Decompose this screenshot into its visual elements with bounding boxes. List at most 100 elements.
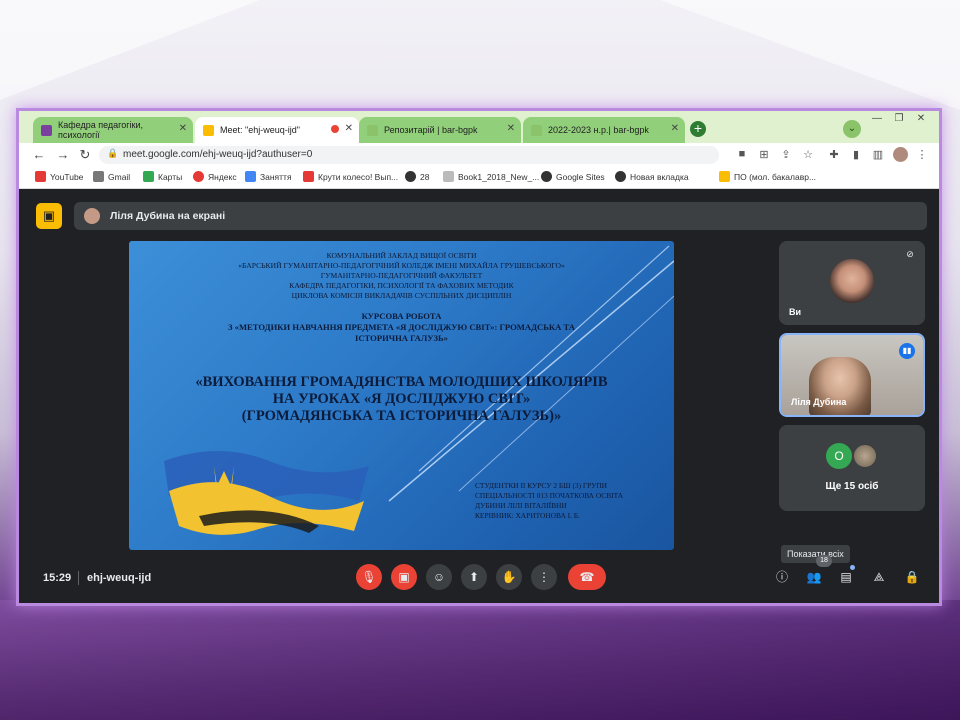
slide-work-line: З «МЕТОДИКИ НАВЧАННЯ ПРЕДМЕТА «Я ДОСЛІДЖ…: [227, 322, 576, 332]
tab-repozytarii[interactable]: Репозитарій | bar-bgpk ✕: [359, 117, 521, 143]
restore-icon[interactable]: ❐: [891, 113, 907, 124]
bookmark-yandex[interactable]: Яндекс: [193, 171, 237, 182]
avatar: [852, 443, 878, 469]
close-tab-icon[interactable]: ✕: [507, 123, 515, 134]
globe-icon: [615, 171, 626, 182]
slide-footer-line: СТУДЕНТКИ II КУРСУ 2 БШ (3) ГРУПИ: [475, 481, 608, 490]
tab-label: 2022-2023 н.р.| bar-bgpk: [548, 125, 649, 135]
bookmark-star-icon[interactable]: ☆: [801, 148, 815, 161]
present-screen-button[interactable]: ⬆: [461, 564, 487, 590]
avatar: [830, 259, 874, 303]
share-icon[interactable]: ⇪: [779, 148, 793, 161]
participant-tile-others[interactable]: О Ще 15 осіб: [779, 425, 925, 511]
forward-arrow-icon[interactable]: →: [55, 147, 71, 163]
yandex-icon: [193, 171, 204, 182]
divider: [78, 571, 79, 585]
shared-slide: КОМУНАЛЬНИЙ ЗАКЛАД ВИЩОЇ ОСВІТИ «БАРСЬКИ…: [129, 241, 674, 550]
raise-hand-button[interactable]: ✋: [496, 564, 522, 590]
back-arrow-icon[interactable]: ←: [31, 147, 47, 163]
meet-area: ▣ Ліля Дубина на екрані КОМУНАЛЬНИЙ ЗАКЛ…: [19, 189, 939, 603]
google-icon: [93, 171, 104, 182]
youtube-icon: [35, 171, 46, 182]
tab-strip: Кафедра педагогіки, психології ✕ Meet: "…: [19, 111, 939, 143]
bookmark-gmail[interactable]: Gmail: [93, 171, 130, 182]
bookmark-youtube[interactable]: YouTube: [35, 171, 83, 182]
tab-favicon: [531, 124, 542, 136]
bookmark-karty[interactable]: Карты: [143, 171, 182, 182]
slide-footer-line: КЕРІВНИК: ХАРИТОНОВА І. Б.: [475, 511, 580, 520]
more-options-button[interactable]: ⋮: [531, 564, 557, 590]
drive-icon: [719, 171, 730, 182]
participant-tile-you[interactable]: ⊘ Ви: [779, 241, 925, 325]
lock-icon: 🔒: [107, 148, 119, 158]
close-tab-icon[interactable]: ✕: [179, 123, 187, 134]
url-field[interactable]: 🔒 meet.google.com/ehj-weuq-ijd?authuser=…: [99, 146, 719, 164]
menu-icon[interactable]: ⋮: [915, 148, 929, 161]
new-tab-button[interactable]: +: [690, 121, 706, 137]
url-text: meet.google.com/ehj-weuq-ijd?authuser=0: [123, 149, 313, 160]
profile-avatar[interactable]: [893, 147, 908, 162]
close-tab-icon[interactable]: ✕: [671, 123, 679, 134]
presenting-banner: Ліля Дубина на екрані: [74, 202, 927, 230]
background-shape: [660, 0, 960, 110]
globe-icon: [405, 171, 416, 182]
meeting-code: ehj-weuq-ijd: [87, 572, 152, 584]
activities-icon[interactable]: ⟁: [870, 568, 888, 586]
bookmarks-bar: YouTube Gmail Карты Яндекс Заняття Крути…: [19, 167, 939, 189]
slide-title-line: (ГРОМАДЯНСЬКА ТА ІСТОРИЧНА ГАЛУЗЬ)»: [241, 408, 562, 424]
mic-off-icon: ⊘: [906, 249, 914, 259]
bookmark-google-sites[interactable]: Google Sites: [541, 171, 605, 182]
background-shape: [0, 0, 260, 100]
extensions-icon[interactable]: ✚: [827, 148, 841, 161]
slide-title-line: «ВИХОВАННЯ ГРОМАДЯНСТВА МОЛОДШИХ ШКОЛЯРІ…: [195, 374, 608, 390]
tab-label: Кафедра педагогіки, психології: [58, 120, 143, 140]
host-controls-lock-icon[interactable]: 🔒: [903, 568, 921, 586]
close-window-icon[interactable]: ✕: [913, 113, 929, 124]
tab-meet[interactable]: Meet: "ehj-weuq-ijd" ✕: [195, 117, 359, 143]
tab-label: Репозитарій | bar-bgpk: [384, 125, 478, 135]
translate-icon[interactable]: ⊞: [757, 148, 771, 161]
bookmark-zaniattia[interactable]: Заняття: [245, 171, 292, 182]
ukraine-flag-illustration: [164, 451, 369, 535]
minimize-icon[interactable]: —: [869, 113, 885, 124]
slide-header-line: ЦИКЛОВА КОМІСІЯ ВИКЛАДАЧІВ СУСПІЛЬНИХ ДИ…: [291, 291, 512, 300]
leave-call-button[interactable]: ☎: [568, 564, 606, 590]
participant-tile-speaker[interactable]: ▮▮ Ліля Дубина: [779, 333, 925, 417]
bookmark-novaya-vkladka[interactable]: Новая вкладка: [615, 171, 689, 182]
book-icon: [443, 171, 454, 182]
slide-footer-line: ДУБИНИ ЛІЛІ ВІТАЛІЇВНИ: [475, 501, 567, 510]
slide-footer-line: СПЕЦІАЛЬНОСТІ 013 ПОЧАТКОВА ОСВІТА: [475, 491, 624, 500]
slide-header-line: КОМУНАЛЬНИЙ ЗАКЛАД ВИЩОЇ ОСВІТИ: [326, 251, 477, 260]
tab-search-chevron-icon[interactable]: ⌄: [843, 120, 861, 138]
slide-work-line: КУРСОВА РОБОТА: [361, 311, 442, 321]
slide-work-line: ІСТОРИЧНА ГАЛУЗЬ»: [355, 333, 448, 343]
presentation-icon[interactable]: ▣: [36, 203, 62, 229]
chat-icon[interactable]: ▤: [837, 568, 855, 586]
info-icon[interactable]: ⓘ: [773, 568, 791, 586]
mic-off-button[interactable]: 🎙: [356, 564, 382, 590]
camera-off-button[interactable]: ▣: [391, 564, 417, 590]
meeting-time: 15:29: [43, 572, 72, 584]
people-icon[interactable]: 👥: [805, 568, 823, 586]
bookmark-kruty-koleso[interactable]: Крути колесо! Вып...: [303, 171, 398, 182]
bookmark-28[interactable]: 28: [405, 171, 429, 182]
notification-dot: [850, 565, 855, 570]
bookmark-po[interactable]: ПО (мол. бакалавр...: [719, 171, 816, 182]
bookmark-book1[interactable]: Book1_2018_New_...: [443, 171, 539, 182]
avatar: О: [826, 443, 852, 469]
tab-2022-2023[interactable]: 2022-2023 н.р.| bar-bgpk ✕: [523, 117, 685, 143]
reload-icon[interactable]: ↻: [77, 147, 93, 163]
camera-icon[interactable]: ■: [735, 148, 749, 160]
document-icon: [245, 171, 256, 182]
maps-icon: [143, 171, 154, 182]
browser-window: Кафедра педагогіки, психології ✕ Meet: "…: [16, 108, 942, 606]
tab-kafedra[interactable]: Кафедра педагогіки, психології ✕: [33, 117, 193, 143]
close-tab-icon[interactable]: ✕: [345, 123, 353, 134]
meet-favicon: [203, 124, 214, 136]
tab-favicon: [41, 124, 52, 136]
emoji-reaction-button[interactable]: ☺: [426, 564, 452, 590]
participant-name: Ліля Дубина: [791, 397, 847, 407]
sidebar-icon[interactable]: ▥: [871, 148, 885, 161]
side-panel-icon[interactable]: ▮: [849, 148, 863, 161]
participant-video: [809, 357, 871, 415]
